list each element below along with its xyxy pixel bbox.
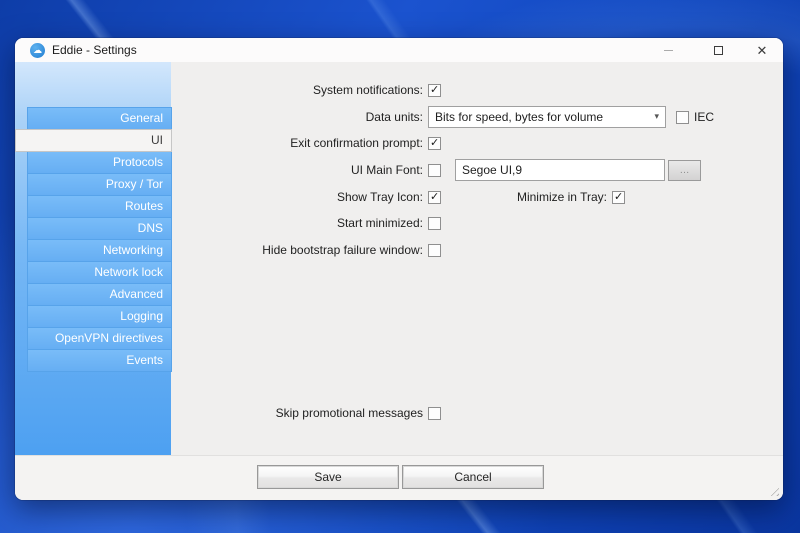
font-browse-button[interactable]: … [668, 160, 701, 181]
exit-confirmation-label: Exit confirmation prompt: [185, 136, 423, 150]
ui-main-font-checkbox[interactable] [428, 164, 441, 177]
tab-dns[interactable]: DNS [27, 217, 172, 240]
resize-grip-icon[interactable] [767, 484, 779, 496]
system-notifications-label: System notifications: [185, 83, 423, 97]
tab-openvpn-directives[interactable]: OpenVPN directives [27, 327, 172, 350]
row-data-units: Data units: Bits for speed, bytes for vo… [185, 106, 775, 128]
tab-general[interactable]: General [27, 107, 172, 130]
footer: Save Cancel [15, 455, 783, 500]
row-start-minimized: Start minimized: [185, 212, 775, 234]
system-notifications-checkbox[interactable] [428, 84, 441, 97]
tab-network-lock[interactable]: Network lock [27, 261, 172, 284]
tab-list: General UI Protocols Proxy / Tor Routes … [15, 107, 171, 372]
eddie-cloud-icon: ☁ [30, 43, 45, 58]
save-button[interactable]: Save [257, 465, 399, 489]
hide-bootstrap-label: Hide bootstrap failure window: [185, 243, 423, 257]
sidebar: General UI Protocols Proxy / Tor Routes … [15, 62, 171, 455]
settings-window: ☁ Eddie - Settings ✕ General UI Protocol… [15, 38, 783, 500]
tab-logging[interactable]: Logging [27, 305, 172, 328]
row-skip-promo: Skip promotional messages [185, 402, 775, 424]
tab-proxy-tor[interactable]: Proxy / Tor [27, 173, 172, 196]
minimize-icon [664, 50, 673, 51]
iec-label: IEC [694, 110, 714, 124]
tab-advanced[interactable]: Advanced [27, 283, 172, 306]
chevron-down-icon: ▾ [654, 111, 659, 122]
iec-checkbox[interactable] [676, 111, 689, 124]
row-tray: Show Tray Icon: Minimize in Tray: [185, 186, 775, 208]
row-hide-bootstrap: Hide bootstrap failure window: [185, 239, 775, 261]
start-minimized-checkbox[interactable] [428, 217, 441, 230]
data-units-dropdown[interactable]: Bits for speed, bytes for volume ▾ [428, 106, 666, 128]
tab-routes[interactable]: Routes [27, 195, 172, 218]
row-system-notifications: System notifications: [185, 79, 775, 101]
desktop-wallpaper: ☁ Eddie - Settings ✕ General UI Protocol… [0, 0, 800, 533]
data-units-label: Data units: [185, 110, 423, 124]
skip-promo-checkbox[interactable] [428, 407, 441, 420]
row-exit-confirmation: Exit confirmation prompt: [185, 132, 775, 154]
window-title: Eddie - Settings [52, 38, 137, 62]
titlebar[interactable]: ☁ Eddie - Settings ✕ [15, 38, 783, 62]
close-button[interactable]: ✕ [746, 38, 778, 62]
tab-protocols[interactable]: Protocols [27, 151, 172, 174]
tab-events[interactable]: Events [27, 349, 172, 372]
row-ui-main-font: UI Main Font: Segoe UI,9 … [185, 159, 775, 181]
hide-bootstrap-checkbox[interactable] [428, 244, 441, 257]
exit-confirmation-checkbox[interactable] [428, 137, 441, 150]
data-units-selected-option: Bits for speed, bytes for volume [435, 110, 603, 124]
minimize-in-tray-label: Minimize in Tray: [441, 190, 607, 204]
minimize-in-tray-checkbox[interactable] [612, 191, 625, 204]
minimize-button[interactable] [652, 38, 684, 62]
skip-promo-label: Skip promotional messages [185, 406, 423, 420]
ui-main-font-input[interactable]: Segoe UI,9 [455, 159, 665, 181]
tab-networking[interactable]: Networking [27, 239, 172, 262]
tab-ui[interactable]: UI [15, 129, 172, 152]
maximize-button[interactable] [702, 38, 734, 62]
start-minimized-label: Start minimized: [185, 216, 423, 230]
ui-main-font-label: UI Main Font: [185, 163, 423, 177]
show-tray-icon-checkbox[interactable] [428, 191, 441, 204]
cancel-button[interactable]: Cancel [402, 465, 544, 489]
show-tray-icon-label: Show Tray Icon: [185, 190, 423, 204]
maximize-icon [714, 46, 723, 55]
close-icon: ✕ [757, 44, 768, 57]
